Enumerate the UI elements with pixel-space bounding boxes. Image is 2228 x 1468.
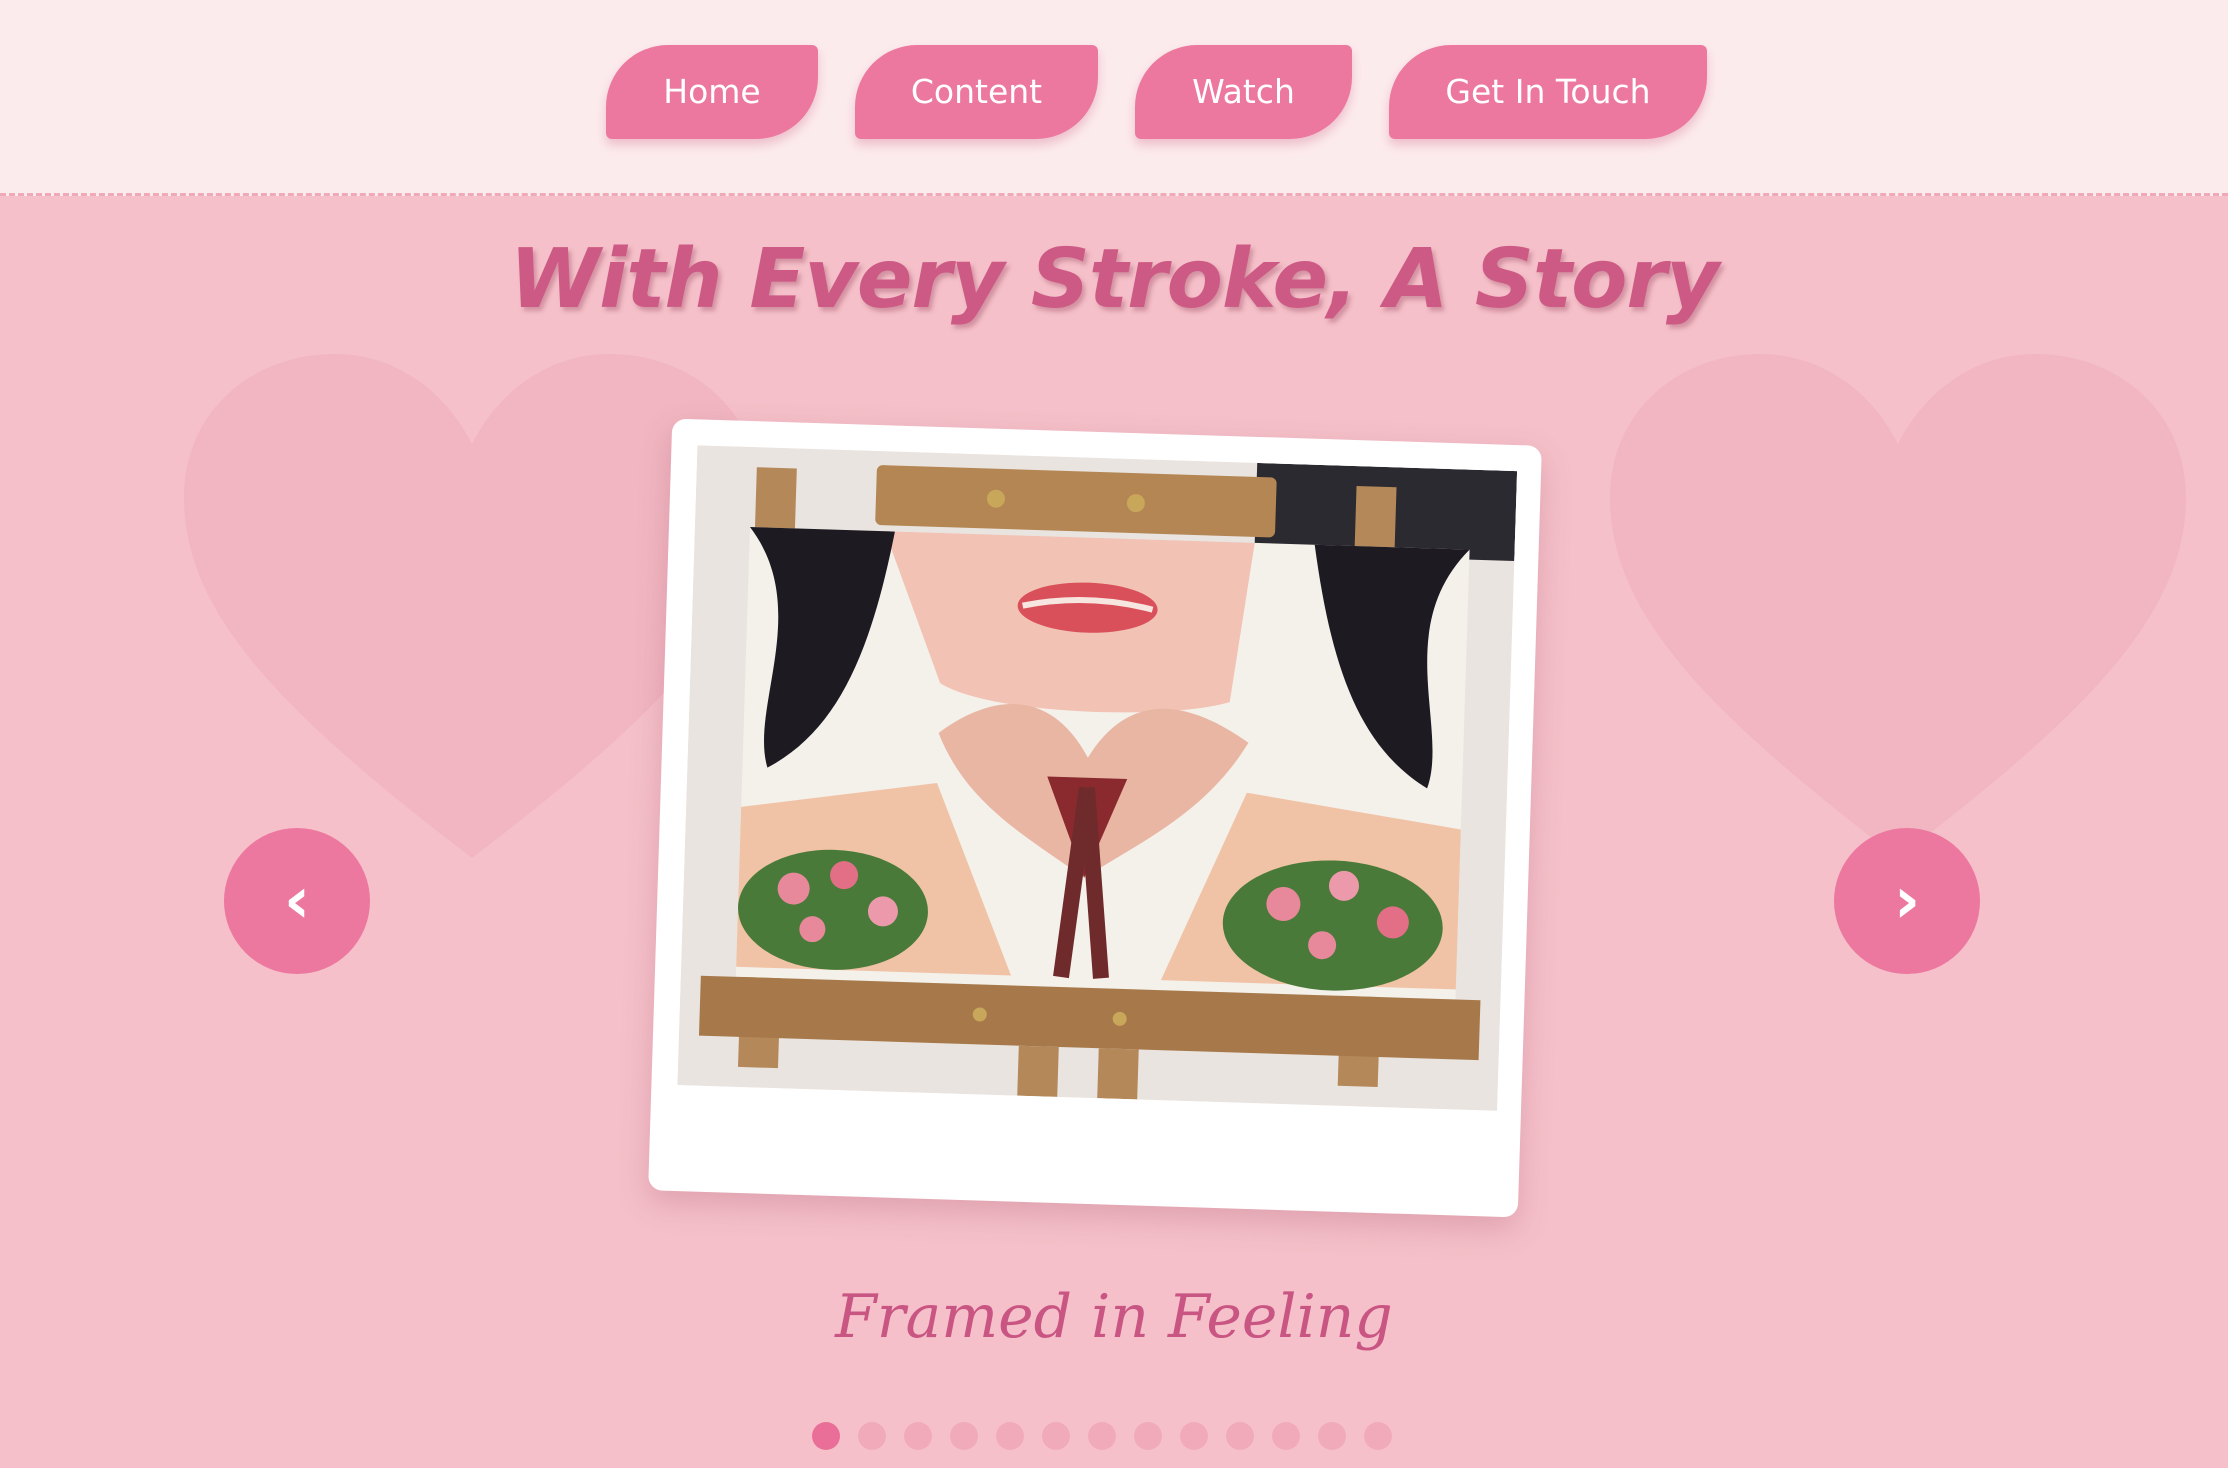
carousel-dot[interactable] [1042,1422,1070,1450]
nav-watch-button[interactable]: Watch [1135,45,1352,139]
slide-caption: Framed in Feeling [835,1282,1393,1352]
carousel-dot[interactable] [812,1422,840,1450]
carousel-dot[interactable] [904,1422,932,1450]
carousel-dot[interactable] [858,1422,886,1450]
carousel-dot[interactable] [1088,1422,1116,1450]
polaroid-frame [648,418,1542,1218]
carousel-pagination [812,1422,1392,1452]
chevron-left-icon: ‹ [283,864,311,938]
main-nav: Home Content Watch Get In Touch [0,45,2228,141]
nav-home-button[interactable]: Home [606,45,818,139]
carousel-dot[interactable] [1364,1422,1392,1450]
carousel-dot[interactable] [996,1422,1024,1450]
page-title: With Every Stroke, A Story [509,232,1720,327]
carousel-next-button[interactable]: › [1834,828,1980,974]
carousel-dot[interactable] [1272,1422,1300,1450]
page: Home Content Watch Get In Touch With Eve… [0,0,2228,1468]
nav-content-button[interactable]: Content [855,45,1098,139]
carousel-dot[interactable] [1318,1422,1346,1450]
carousel-dot[interactable] [1180,1422,1208,1450]
carousel-dot[interactable] [1134,1422,1162,1450]
painting-on-easel-illustration [677,445,1518,1111]
nav-get-in-touch-button[interactable]: Get In Touch [1389,45,1707,139]
chevron-right-icon: › [1893,864,1921,938]
painting-image [677,445,1518,1111]
carousel-prev-button[interactable]: ‹ [224,828,370,974]
carousel-dot[interactable] [950,1422,978,1450]
carousel-dot[interactable] [1226,1422,1254,1450]
header: Home Content Watch Get In Touch [0,0,2228,196]
